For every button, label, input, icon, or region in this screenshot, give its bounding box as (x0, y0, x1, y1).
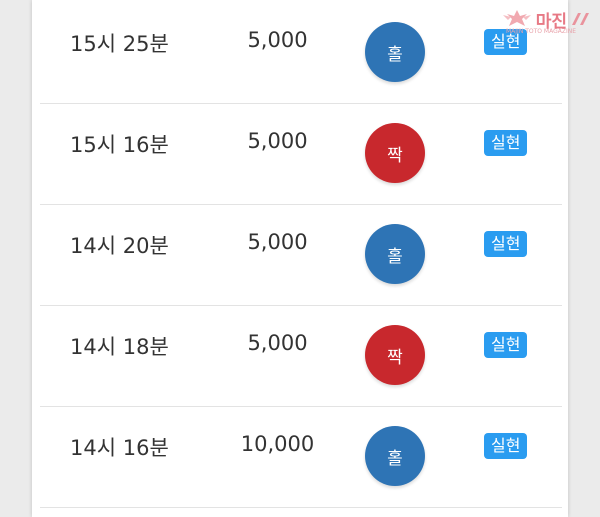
result-ball-odd: 홀 (365, 426, 425, 486)
bet-amount: 10,000 (240, 432, 315, 456)
list-item: 15시 25분 5,000 홀 실현 (40, 2, 562, 104)
result-ball-even: 짝 (365, 123, 425, 183)
list-item: 14시 16분 10,000 홀 실현 (40, 406, 562, 508)
speed-stripes-icon (572, 13, 589, 25)
result-ball-even: 짝 (365, 325, 425, 385)
list-item: 14시 20분 5,000 홀 실현 (40, 204, 562, 306)
status-badge[interactable]: 실현 (484, 231, 528, 257)
bet-time: 15시 25분 (70, 32, 169, 56)
bet-amount: 5,000 (247, 129, 308, 153)
history-list-panel: 15시 25분 5,000 홀 실현 15시 16분 5,000 짝 실현 14… (32, 0, 568, 517)
status-badge[interactable]: 실현 (484, 433, 528, 459)
watermark-subtext: MAJIN TOTO MAGAZINE (506, 28, 576, 35)
bet-amount: 5,000 (247, 230, 308, 254)
bet-time: 14시 18분 (70, 335, 169, 359)
status-badge[interactable]: 실현 (484, 332, 528, 358)
list-item: 15시 16분 5,000 짝 실현 (40, 103, 562, 205)
bet-time: 14시 20분 (70, 234, 169, 258)
bet-amount: 5,000 (247, 28, 308, 52)
status-badge[interactable]: 실현 (484, 130, 528, 156)
bet-amount: 5,000 (247, 331, 308, 355)
bet-time: 15시 16분 (70, 133, 169, 157)
result-ball-odd: 홀 (365, 224, 425, 284)
bet-time: 14시 16분 (70, 436, 169, 460)
result-ball-odd: 홀 (365, 22, 425, 82)
list-item: 14시 18분 5,000 짝 실현 (40, 305, 562, 407)
